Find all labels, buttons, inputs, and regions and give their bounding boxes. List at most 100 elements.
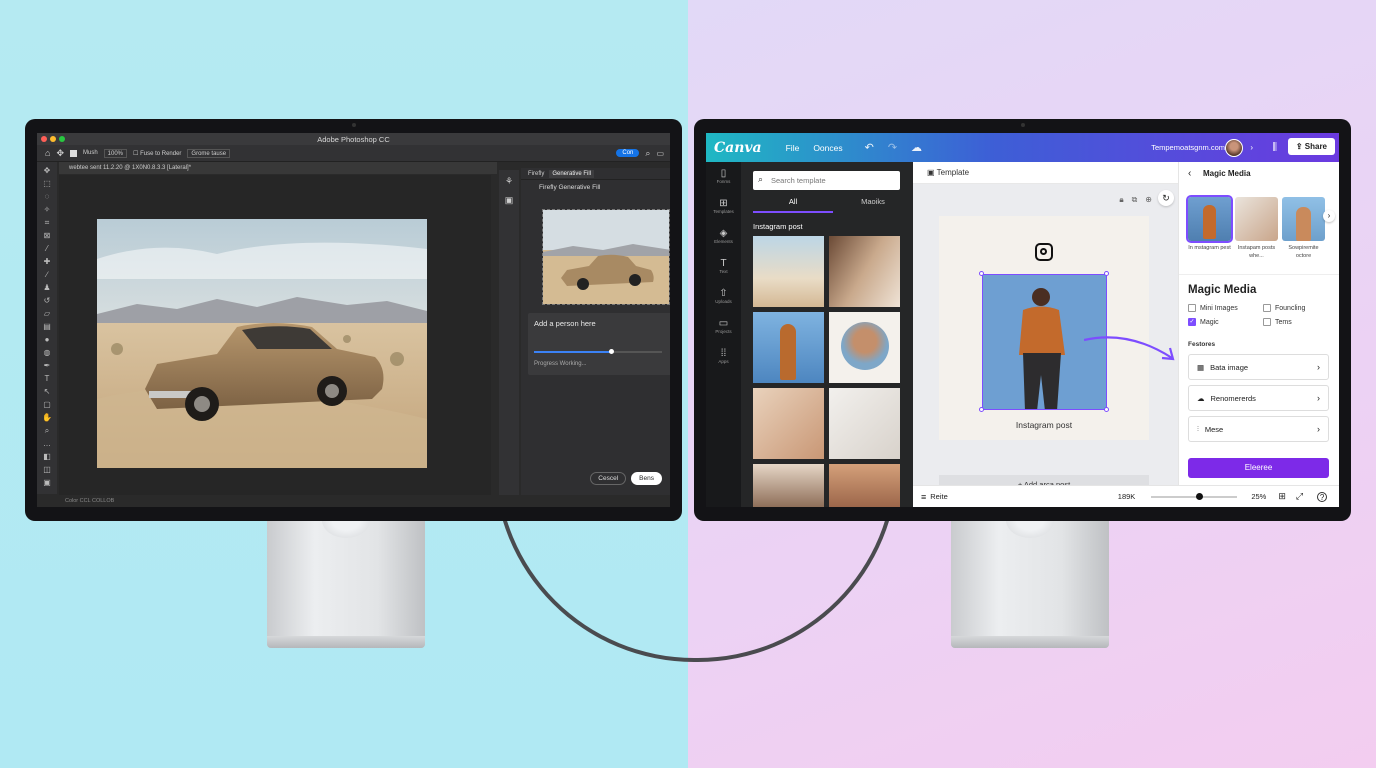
avatar[interactable]	[1225, 138, 1243, 157]
back-icon[interactable]: ‹	[1188, 168, 1191, 179]
confirm-button[interactable]: Bens	[631, 472, 662, 485]
rail-item-text[interactable]: T Text	[719, 258, 727, 274]
grid-view-icon[interactable]: ⊞	[1278, 491, 1286, 502]
brush-icon[interactable]: ∕	[46, 270, 47, 280]
template-thumb[interactable]	[753, 312, 824, 383]
feature-mese[interactable]: ⫶ Mese ›	[1188, 416, 1329, 442]
fuse-checkbox[interactable]: ☐ Fuse to Render	[133, 150, 181, 157]
layer-icon[interactable]	[69, 149, 77, 157]
rail-item-design[interactable]: ▯ Fonms	[717, 168, 731, 184]
fullscreen-icon[interactable]: ⤢	[1296, 491, 1303, 502]
style-thumb[interactable]: Instapam posts whe...	[1235, 197, 1278, 260]
check-founcling[interactable]: Founcling	[1263, 304, 1338, 312]
shape-icon[interactable]: ▢	[43, 400, 51, 410]
result-thumbnail[interactable]	[542, 209, 670, 305]
zoom-slider[interactable]	[1151, 492, 1238, 500]
progress-bar	[534, 349, 662, 354]
template-thumb[interactable]	[753, 388, 824, 459]
template-thumb[interactable]	[829, 312, 900, 383]
dodge-icon[interactable]: ◍	[44, 348, 51, 358]
tab-firefly[interactable]: Firefly	[525, 170, 547, 178]
magic-wand-icon[interactable]: ✧	[44, 205, 51, 215]
rail-item-templates[interactable]: ⊞ Templates	[713, 198, 734, 214]
redo-icon[interactable]: ↷	[888, 141, 897, 154]
stamp-icon[interactable]: ♟	[43, 283, 50, 293]
generative-icon[interactable]: ⚘	[505, 176, 513, 187]
style-thumb[interactable]: In mstagram pest	[1186, 195, 1233, 260]
share-button[interactable]: Con	[616, 149, 640, 157]
move-icon[interactable]: ✥	[44, 166, 51, 176]
history-brush-icon[interactable]: ↺	[44, 296, 51, 306]
tab-all[interactable]: All	[753, 197, 833, 213]
notes-icon[interactable]: ≡	[921, 492, 926, 502]
undo-icon[interactable]: ↶	[865, 141, 874, 154]
eraser-icon[interactable]: ▱	[44, 309, 50, 319]
menu-file[interactable]: File	[786, 143, 800, 153]
move-tool-icon[interactable]: ✥	[56, 148, 64, 159]
template-thumb[interactable]	[753, 236, 824, 307]
image-panel-icon[interactable]: ▣	[505, 195, 514, 206]
generate-button[interactable]: Eleeree	[1188, 458, 1329, 478]
zoom-icon[interactable]: ⌕	[45, 426, 49, 436]
tab-generative-fill[interactable]: Generative Fill	[549, 169, 595, 178]
options-dropdown[interactable]: Grome tause	[187, 148, 231, 158]
crop-icon[interactable]: ⌗	[45, 218, 50, 228]
template-thumb[interactable]	[829, 236, 900, 307]
lock-icon[interactable]: 🔒︎	[1119, 195, 1123, 205]
document-tab[interactable]: webtee sent 11.2.20 @ 1X0N0.8.3.3 [Later…	[59, 162, 497, 174]
quick-mask-icon[interactable]: ◫	[43, 465, 51, 475]
eyedropper-icon[interactable]: ⁄	[46, 244, 47, 254]
feature-renomererds[interactable]: ☁ Renomererds ›	[1188, 385, 1329, 411]
stats-icon[interactable]: ⫼	[1272, 142, 1277, 153]
refresh-icon[interactable]: ↻	[1158, 190, 1174, 206]
lasso-icon[interactable]: ◌	[45, 192, 50, 202]
marquee-icon[interactable]: ⬚	[43, 179, 51, 189]
cancel-button[interactable]: Cescel	[590, 472, 627, 485]
screen-mode-icon[interactable]: ▣	[43, 478, 51, 488]
zoom-value[interactable]: 25%	[1251, 492, 1266, 501]
frame-icon[interactable]: ⊠	[44, 231, 51, 241]
rail-item-apps[interactable]: ⁞⁞ Apps	[718, 348, 728, 364]
prompt-input[interactable]: Add a person here	[528, 313, 670, 334]
canva-logo[interactable]: Canva	[714, 140, 762, 156]
hand-icon[interactable]: ✋	[42, 413, 52, 423]
pen-icon[interactable]: ✒	[44, 361, 51, 371]
color-swatch-icon[interactable]: ◧	[43, 452, 51, 462]
search-icon[interactable]: ⌕	[645, 148, 650, 159]
more-tools-icon[interactable]: …	[43, 439, 51, 449]
home-icon[interactable]: ⌂	[45, 148, 50, 158]
template-thumb[interactable]	[829, 464, 900, 507]
feature-bata-image[interactable]: ▦ Bata image ›	[1188, 354, 1329, 380]
rail-item-uploads[interactable]: ⇧ Uploads	[715, 288, 732, 304]
style-thumb[interactable]: Sowpiremite octore	[1282, 197, 1325, 260]
next-thumbs-icon[interactable]: ›	[1323, 210, 1335, 222]
check-mini-images[interactable]: Mini Images	[1188, 304, 1263, 312]
help-icon[interactable]: ?	[1317, 491, 1328, 502]
duplicate-icon[interactable]: ⧉	[1132, 195, 1138, 205]
template-thumb[interactable]	[829, 388, 900, 459]
template-thumb[interactable]	[753, 464, 824, 507]
type-icon[interactable]: T	[45, 374, 50, 384]
zoom-field[interactable]: 100%	[103, 148, 128, 158]
chevron-right-icon[interactable]: ›	[1250, 143, 1253, 152]
share-button[interactable]: ⇪ Share	[1287, 138, 1335, 155]
blur-icon[interactable]: ●	[45, 335, 50, 345]
zoom-knob[interactable]	[1195, 492, 1203, 500]
check-magic[interactable]: ✓ Magic	[1188, 318, 1263, 326]
rail-item-projects[interactable]: ▭ Projects	[715, 318, 731, 334]
workspace-icon[interactable]: ▭	[656, 149, 664, 158]
document-canvas[interactable]	[59, 175, 491, 495]
search-input[interactable]: Search template	[753, 171, 900, 190]
menu-oonces[interactable]: Oonces	[813, 143, 842, 153]
tab-maoiks[interactable]: Maoiks	[833, 197, 913, 213]
prompt-box[interactable]: Add a person here ⊟ Progress Working...	[528, 313, 670, 375]
document-name[interactable]: Tempemoatsgnm.com	[1151, 143, 1225, 152]
rail-item-elements[interactable]: ◈ Elements	[714, 228, 733, 244]
path-select-icon[interactable]: ↖	[44, 387, 51, 397]
cloud-save-icon[interactable]: ☁	[911, 141, 922, 154]
gradient-icon[interactable]: ▤	[43, 322, 51, 332]
healing-icon[interactable]: ✚	[44, 257, 51, 267]
notes-label[interactable]: Reite	[930, 492, 948, 501]
check-tems[interactable]: Tems	[1263, 318, 1338, 326]
add-page-icon[interactable]: ⊕	[1145, 195, 1152, 205]
